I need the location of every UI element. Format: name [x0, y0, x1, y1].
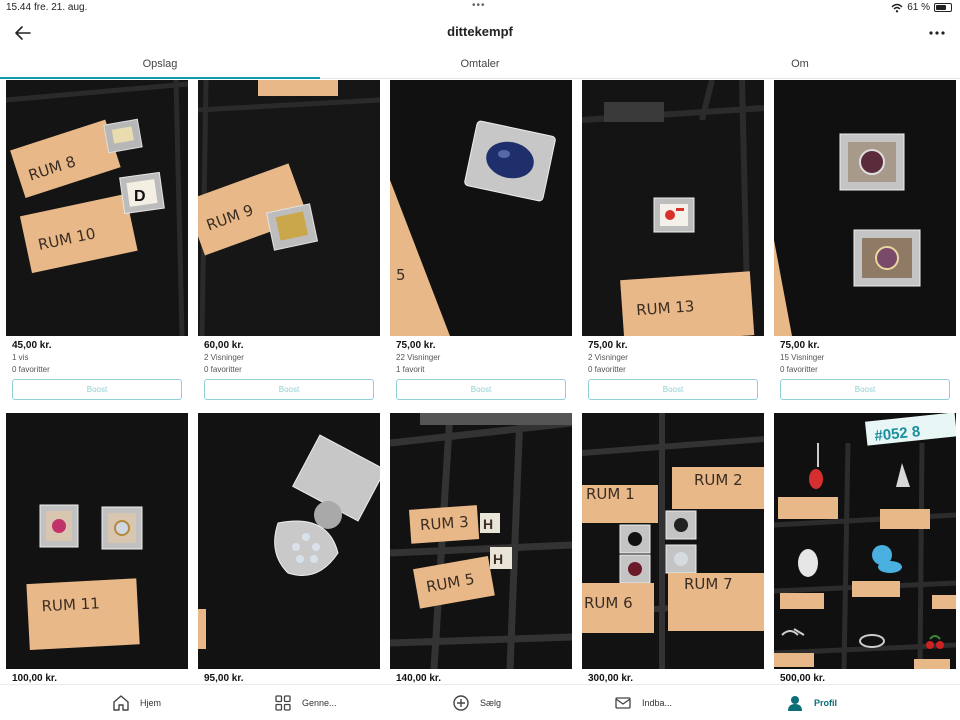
tabbar-label: Indba... — [642, 698, 673, 708]
listing-favorites: 1 favorit — [396, 365, 425, 374]
listing-card[interactable]: RUM 1 RUM 2 RUM 6 RUM 7 300,00 kr. — [582, 413, 764, 684]
home-icon — [113, 695, 129, 711]
listing-views: 22 Visninger — [396, 353, 441, 362]
listing-card[interactable]: 95,00 kr. — [198, 413, 380, 684]
listing-photo[interactable] — [774, 80, 956, 336]
listing-views: 2 Visninger — [588, 353, 628, 362]
photo-label: RUM 7 — [684, 575, 733, 593]
status-right: 61 % — [891, 2, 952, 13]
tab-opslag[interactable]: Opslag — [0, 58, 320, 70]
listings-grid: RUM 8 RUM 10 D 45,00 kr. 1 vis 0 favorit… — [0, 80, 960, 684]
navigation-header: dittekempf — [0, 16, 960, 50]
listing-photo[interactable]: RUM 9 — [198, 80, 380, 336]
boost-button[interactable]: Boost — [780, 379, 950, 400]
boost-button[interactable]: Boost — [12, 379, 182, 400]
listing-favorites: 0 favoritter — [204, 365, 242, 374]
listing-card[interactable]: RUM 11 100,00 kr. — [6, 413, 188, 684]
tabbar-item-profile[interactable]: Profil — [786, 694, 837, 712]
tabbar-label: Genne... — [302, 698, 337, 708]
listing-photo[interactable]: RUM 1 RUM 2 RUM 6 RUM 7 — [582, 413, 764, 669]
listing-photo[interactable]: RUM 3 H RUM 5 H — [390, 413, 572, 669]
photo-label: 5 — [396, 266, 406, 284]
listing-price: 500,00 kr. — [780, 673, 826, 684]
status-bar: 15.44 fre. 21. aug. ••• 61 % — [0, 0, 960, 16]
multitask-dots-icon[interactable]: ••• — [472, 0, 486, 11]
listing-price: 75,00 kr. — [588, 340, 628, 351]
listing-card[interactable]: RUM 13 75,00 kr. 2 Visninger 0 favoritte… — [582, 80, 764, 400]
person-icon — [788, 696, 802, 711]
tab-omtaler[interactable]: Omtaler — [320, 58, 640, 70]
listing-price: 95,00 kr. — [204, 673, 244, 684]
listing-price: 45,00 kr. — [12, 340, 52, 351]
profile-tabs: Opslag Omtaler Om — [0, 52, 960, 79]
tabbar-label: Sælg — [480, 698, 502, 708]
page-title: dittekempf — [447, 24, 513, 39]
listing-favorites: 0 favoritter — [588, 365, 626, 374]
more-options-icon[interactable] — [926, 22, 948, 44]
tabbar-label: Profil — [814, 698, 838, 708]
boost-button[interactable]: Boost — [588, 379, 758, 400]
listing-favorites: 0 favoritter — [12, 365, 50, 374]
photo-label: H — [493, 551, 503, 567]
bottom-tab-bar: Hjem Genne... Sælg Indba... Profil — [0, 684, 960, 720]
listing-price: 75,00 kr. — [780, 340, 820, 351]
boost-button[interactable]: Boost — [204, 379, 374, 400]
listing-price: 75,00 kr. — [396, 340, 436, 351]
listing-photo[interactable] — [198, 413, 380, 669]
tab-om[interactable]: Om — [640, 58, 960, 70]
wifi-icon — [891, 3, 903, 12]
listing-card[interactable]: RUM 9 60,00 kr. 2 Visninger 0 favoritter… — [198, 80, 380, 400]
photo-label: D — [134, 188, 146, 205]
listing-photo[interactable]: RUM 8 RUM 10 D — [6, 80, 188, 336]
battery-icon — [934, 3, 952, 12]
listing-photo[interactable]: #052 8 — [774, 413, 956, 669]
listing-price: 100,00 kr. — [12, 673, 58, 684]
listing-views: 2 Visninger — [204, 353, 244, 362]
tabbar-item-home[interactable]: Hjem — [112, 694, 161, 712]
status-date: fre. 21. aug. — [34, 2, 88, 13]
listing-card[interactable]: 75,00 kr. 15 Visninger 0 favoritter Boos… — [774, 80, 956, 400]
boost-button[interactable]: Boost — [396, 379, 566, 400]
listing-price: 140,00 kr. — [396, 673, 442, 684]
status-time: 15.44 — [6, 2, 32, 13]
listing-views: 1 vis — [12, 353, 29, 362]
photo-label: RUM 2 — [694, 471, 743, 489]
listing-card[interactable]: RUM 8 RUM 10 D 45,00 kr. 1 vis 0 favorit… — [6, 80, 188, 400]
photo-label: H — [483, 516, 493, 532]
listing-photo[interactable]: 5 — [390, 80, 572, 336]
plus-circle-icon — [453, 695, 469, 711]
battery-percent: 61 % — [907, 2, 930, 13]
listing-card[interactable]: RUM 3 H RUM 5 H 140,00 kr. — [390, 413, 572, 684]
listing-price: 300,00 kr. — [588, 673, 634, 684]
listing-card[interactable]: #052 8 500,00 kr. — [774, 413, 956, 684]
listing-card[interactable]: 5 75,00 kr. 22 Visninger 1 favorit Boost — [390, 80, 572, 400]
listing-price: 60,00 kr. — [204, 340, 244, 351]
listing-photo[interactable]: RUM 13 — [582, 80, 764, 336]
listing-views: 15 Visninger — [780, 353, 825, 362]
tabbar-item-browse[interactable]: Genne... — [274, 694, 337, 712]
listing-photo[interactable]: RUM 11 — [6, 413, 188, 669]
tabbar-item-sell[interactable]: Sælg — [452, 694, 501, 712]
photo-label: RUM 11 — [41, 594, 100, 615]
tabbar-item-inbox[interactable]: Indba... — [614, 694, 672, 712]
listing-favorites: 0 favoritter — [780, 365, 818, 374]
mail-icon — [615, 697, 631, 709]
active-tab-indicator — [0, 77, 320, 79]
grid-icon — [275, 695, 291, 711]
photo-label: RUM 6 — [584, 594, 633, 612]
photo-label: RUM 3 — [419, 513, 469, 534]
photo-label: RUM 1 — [586, 485, 635, 503]
tabbar-label: Hjem — [140, 698, 162, 708]
